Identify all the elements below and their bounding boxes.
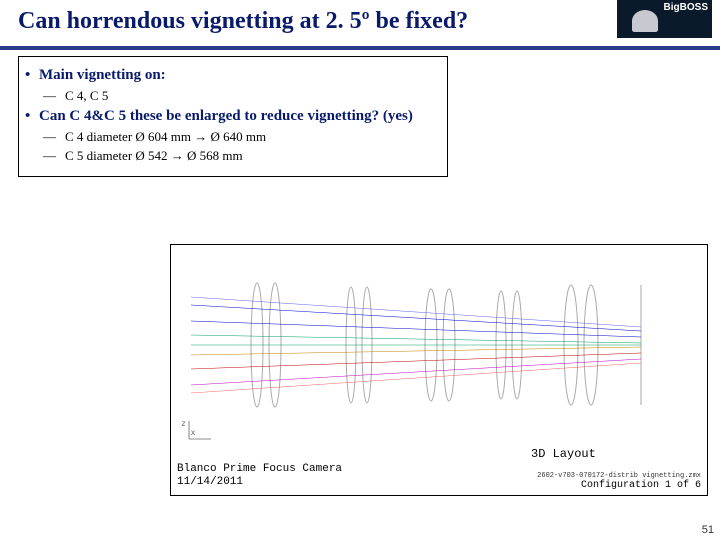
figure-camera-name: Blanco Prime Focus Camera [177, 463, 342, 475]
figure-date: 11/14/2011 [177, 476, 243, 488]
brand-logo: BigBOSS [617, 0, 712, 38]
subbullet-c5-diameter: C 5 diameter Ø 542 → Ø 568 mm [65, 146, 437, 166]
subbullet-c4-diameter: C 4 diameter Ø 604 mm → Ø 640 mm [65, 127, 437, 147]
optics-figure: z x 3D Layout Blanco Prime Focus Camera … [170, 244, 708, 496]
slide-title: Can horrendous vignetting at 2. 5º be fi… [0, 0, 720, 35]
subbullet-c4c5: C 4, C 5 [65, 86, 437, 106]
telescope-dome-icon [632, 10, 658, 32]
figure-filename: 2602-v703-070172-distrib vignetting.zmx [537, 472, 701, 480]
ray-trace-diagram [171, 245, 707, 445]
bullet-main-vignetting: Main vignetting on: [39, 65, 437, 86]
figure-footer: Blanco Prime Focus Camera 11/14/2011 [177, 463, 342, 488]
figure-label-3d: 3D Layout [531, 447, 596, 461]
axis-marker: z x [181, 419, 195, 437]
brand-text: BigBOSS [664, 2, 708, 13]
figure-config: Configuration 1 of 6 [581, 480, 701, 491]
page-number: 51 [702, 524, 714, 536]
header-rule [0, 46, 720, 50]
header: Can horrendous vignetting at 2. 5º be fi… [0, 0, 720, 46]
bullet-enlarge: Can C 4&C 5 these be enlarged to reduce … [39, 106, 437, 127]
content-box: Main vignetting on: C 4, C 5 Can C 4&C 5… [18, 56, 448, 177]
